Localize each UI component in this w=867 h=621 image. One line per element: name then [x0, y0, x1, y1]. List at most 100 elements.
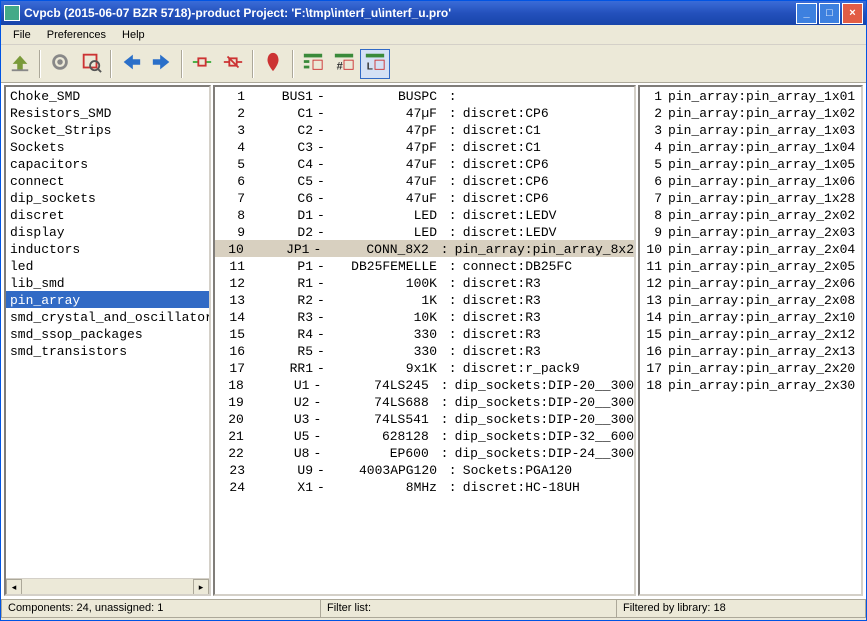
- component-row[interactable]: 7C6-47uF : discret:CP6: [215, 189, 634, 206]
- component-row[interactable]: 21U5-628128 : dip_sockets:DIP-32__600: [215, 427, 634, 444]
- footprint-name: pin_array:pin_array_2x08: [668, 292, 855, 307]
- library-item[interactable]: smd_transistors: [6, 342, 209, 359]
- minimize-button[interactable]: _: [796, 3, 817, 24]
- filter-pin-button[interactable]: #: [329, 49, 359, 79]
- footprint-panel[interactable]: 1pin_array:pin_array_1x012pin_array:pin_…: [638, 85, 863, 596]
- library-item[interactable]: Resistors_SMD: [6, 104, 209, 121]
- component-value: 74LS245: [325, 377, 433, 392]
- library-item[interactable]: smd_crystal_and_oscillator: [6, 308, 209, 325]
- component-footprint: [455, 88, 634, 103]
- view-button[interactable]: [76, 49, 106, 79]
- save-button[interactable]: [5, 49, 35, 79]
- library-item[interactable]: Sockets: [6, 138, 209, 155]
- component-row[interactable]: 2C1-47µF : discret:CP6: [215, 104, 634, 121]
- auto-assoc-red-button[interactable]: [218, 49, 248, 79]
- pdf-button[interactable]: [258, 49, 288, 79]
- auto-assoc-green-icon: [191, 51, 213, 76]
- component-row[interactable]: 23U9-4003APG120 : Sockets:PGA120: [215, 461, 634, 478]
- component-value: 4003APG120: [329, 462, 441, 477]
- scroll-left-button[interactable]: ◂: [6, 579, 22, 595]
- arrow-left-button[interactable]: [116, 49, 146, 79]
- status-library: Filtered by library: 18: [617, 599, 866, 618]
- gear-button[interactable]: [45, 49, 75, 79]
- footprint-row[interactable]: 18pin_array:pin_array_2x30: [640, 376, 861, 393]
- view-icon: [80, 51, 102, 76]
- component-row[interactable]: 22U8-EP600 : dip_sockets:DIP-24__300: [215, 444, 634, 461]
- component-footprint: discret:R3: [455, 275, 634, 290]
- component-row[interactable]: 19U2-74LS688 : dip_sockets:DIP-20__300: [215, 393, 634, 410]
- auto-assoc-green-button[interactable]: [187, 49, 217, 79]
- menu-help[interactable]: Help: [114, 27, 153, 43]
- footprint-row[interactable]: 13pin_array:pin_array_2x08: [640, 291, 861, 308]
- library-item[interactable]: Socket_Strips: [6, 121, 209, 138]
- library-item[interactable]: discret: [6, 206, 209, 223]
- component-row[interactable]: 20U3-74LS541 : dip_sockets:DIP-20__300: [215, 410, 634, 427]
- component-reference: U8: [252, 445, 314, 460]
- filter-list-button[interactable]: [298, 49, 328, 79]
- library-item[interactable]: lib_smd: [6, 274, 209, 291]
- maximize-button[interactable]: □: [819, 3, 840, 24]
- component-row[interactable]: 14R3-10K : discret:R3: [215, 308, 634, 325]
- scroll-thumb[interactable]: [22, 579, 193, 594]
- library-list[interactable]: Choke_SMDResistors_SMDSocket_StripsSocke…: [6, 87, 209, 578]
- footprint-row[interactable]: 1pin_array:pin_array_1x01: [640, 87, 861, 104]
- footprint-row[interactable]: 15pin_array:pin_array_2x12: [640, 325, 861, 342]
- component-footprint: discret:C1: [455, 139, 634, 154]
- library-item[interactable]: Choke_SMD: [6, 87, 209, 104]
- footprint-row[interactable]: 10pin_array:pin_array_2x04: [640, 240, 861, 257]
- component-row[interactable]: 24X1-8MHz : discret:HC-18UH: [215, 478, 634, 495]
- component-row[interactable]: 8D1-LED : discret:LEDV: [215, 206, 634, 223]
- component-panel[interactable]: 1BUS1-BUSPC : 2C1-47µF : discret:CP63C2-…: [213, 85, 636, 596]
- footprint-row[interactable]: 2pin_array:pin_array_1x02: [640, 104, 861, 121]
- status-filter: Filter list:: [321, 599, 617, 618]
- library-item[interactable]: capacitors: [6, 155, 209, 172]
- component-row[interactable]: 6C5-47uF : discret:CP6: [215, 172, 634, 189]
- component-row[interactable]: 13R2-1K : discret:R3: [215, 291, 634, 308]
- component-row[interactable]: 11P1-DB25FEMELLE : connect:DB25FC: [215, 257, 634, 274]
- arrow-right-button[interactable]: [147, 49, 177, 79]
- component-row[interactable]: 3C2-47pF : discret:C1: [215, 121, 634, 138]
- component-row[interactable]: 15R4-330 : discret:R3: [215, 325, 634, 342]
- footprint-row[interactable]: 8pin_array:pin_array_2x02: [640, 206, 861, 223]
- menu-preferences[interactable]: Preferences: [39, 27, 114, 43]
- scroll-right-button[interactable]: ▸: [193, 579, 209, 595]
- footprint-name: pin_array:pin_array_1x06: [668, 173, 855, 188]
- library-panel: Choke_SMDResistors_SMDSocket_StripsSocke…: [4, 85, 211, 596]
- library-item[interactable]: pin_array: [6, 291, 209, 308]
- component-row[interactable]: 4C3-47pF : discret:C1: [215, 138, 634, 155]
- library-item[interactable]: dip_sockets: [6, 189, 209, 206]
- component-row[interactable]: 5C4-47uF : discret:CP6: [215, 155, 634, 172]
- component-row[interactable]: 9D2-LED : discret:LEDV: [215, 223, 634, 240]
- footprint-row[interactable]: 3pin_array:pin_array_1x03: [640, 121, 861, 138]
- footprint-row[interactable]: 5pin_array:pin_array_1x05: [640, 155, 861, 172]
- close-button[interactable]: ×: [842, 3, 863, 24]
- footprint-row[interactable]: 11pin_array:pin_array_2x05: [640, 257, 861, 274]
- component-row[interactable]: 10JP1-CONN_8X2 : pin_array:pin_array_8x2: [215, 240, 634, 257]
- footprint-number: 4: [644, 139, 668, 154]
- footprint-row[interactable]: 7pin_array:pin_array_1x28: [640, 189, 861, 206]
- component-row[interactable]: 16R5-330 : discret:R3: [215, 342, 634, 359]
- horizontal-scrollbar[interactable]: ◂ ▸: [6, 578, 209, 594]
- component-row[interactable]: 17RR1-9x1K : discret:r_pack9: [215, 359, 634, 376]
- component-footprint: discret:LEDV: [455, 224, 634, 239]
- library-item[interactable]: connect: [6, 172, 209, 189]
- filter-lib-button[interactable]: L: [360, 49, 390, 79]
- footprint-row[interactable]: 6pin_array:pin_array_1x06: [640, 172, 861, 189]
- component-footprint: Sockets:PGA120: [455, 462, 634, 477]
- library-item[interactable]: inductors: [6, 240, 209, 257]
- component-footprint: discret:R3: [455, 343, 634, 358]
- component-row[interactable]: 18U1-74LS245 : dip_sockets:DIP-20__300: [215, 376, 634, 393]
- footprint-row[interactable]: 9pin_array:pin_array_2x03: [640, 223, 861, 240]
- component-row[interactable]: 12R1-100K : discret:R3: [215, 274, 634, 291]
- footprint-row[interactable]: 12pin_array:pin_array_2x06: [640, 274, 861, 291]
- footprint-row[interactable]: 14pin_array:pin_array_2x10: [640, 308, 861, 325]
- menu-file[interactable]: File: [5, 27, 39, 43]
- footprint-row[interactable]: 17pin_array:pin_array_2x20: [640, 359, 861, 376]
- footprint-row[interactable]: 4pin_array:pin_array_1x04: [640, 138, 861, 155]
- footprint-row[interactable]: 16pin_array:pin_array_2x13: [640, 342, 861, 359]
- component-reference: C5: [253, 173, 317, 188]
- library-item[interactable]: led: [6, 257, 209, 274]
- library-item[interactable]: smd_ssop_packages: [6, 325, 209, 342]
- component-row[interactable]: 1BUS1-BUSPC :: [215, 87, 634, 104]
- library-item[interactable]: display: [6, 223, 209, 240]
